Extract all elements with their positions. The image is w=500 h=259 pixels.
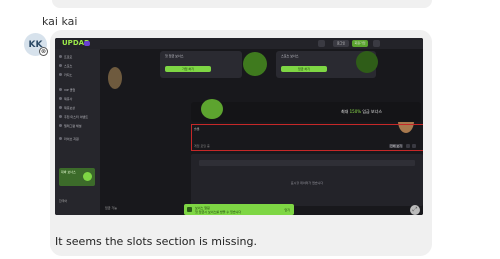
search-icon[interactable]: [318, 40, 325, 47]
promo-card-2-button[interactable]: 입금 하기: [281, 66, 327, 72]
banner-text: 최대 150% 입금 보너스: [341, 109, 383, 114]
slots-next-arrow-icon[interactable]: [412, 144, 416, 148]
chat-icon: [59, 137, 62, 140]
cards-icon: [59, 73, 62, 76]
slots-section-status: 게임 로딩 중: [194, 144, 210, 148]
slots-section-highlight: 슬롯 게임 로딩 중 전체 보기: [191, 124, 423, 151]
promo-card-2-text: 스포츠 보너스: [281, 54, 299, 58]
slots-section-title: 슬롯: [194, 127, 200, 131]
sidebar-item-support[interactable]: 라이브 지원: [59, 135, 95, 142]
previous-message-bubble: [52, 0, 432, 8]
sidebar-item-vip[interactable]: VIP 클럽: [59, 86, 95, 93]
bonus-toast[interactable]: 보너스 알림 첫 입금시 보너스를 받을 수 있습니다 닫기: [184, 204, 294, 215]
sidebar-item-partner[interactable]: 제휴사: [59, 95, 95, 102]
promo-card-1-button[interactable]: 가입 하기: [165, 66, 211, 72]
menu-icon[interactable]: [373, 40, 380, 47]
monster-character-icon: [243, 52, 267, 76]
app-main: 첫 입금 보너스 가입 하기 스포츠 보너스 입금 하기 최대 150% 입금 …: [100, 49, 423, 215]
handshake-icon: [59, 97, 62, 100]
toast-gift-icon: [187, 207, 192, 212]
sidebar-item-referral[interactable]: 추천 마스터 이벤트: [59, 113, 95, 120]
ball-icon: [59, 64, 62, 67]
app-sidebar: 프로모 스포츠 카지노 VIP 클럽 제휴사 제휴보상 추천 마스터 이벤트 텔…: [55, 49, 100, 215]
telegram-icon: [59, 124, 62, 127]
status-badge-icon: ⊗: [39, 47, 48, 56]
footer-label: 입금 가능: [105, 206, 117, 210]
sidebar-item-casino[interactable]: 카지노: [59, 71, 95, 78]
language-selector[interactable]: 한국어: [59, 199, 67, 203]
slots-view-all-button[interactable]: 전체 보기: [389, 144, 403, 148]
empty-state-text: 표시할 데이터가 없습니다: [290, 181, 324, 185]
games-empty-panel: 표시할 데이터가 없습니다: [191, 154, 423, 206]
attached-screenshot[interactable]: UPDAP 로그인 회원가입 프로모 스포츠 카지노 VIP 클럽 제휴사 제휴…: [55, 38, 423, 215]
user-plus-icon: [59, 115, 62, 118]
planet-decoration-left: [108, 67, 122, 89]
sender-name: kai kai: [42, 15, 78, 28]
chat-page: kai kai KK ⊗ UPDAP 로그인 회원가입 프로모 스포츠 카지노 …: [0, 0, 500, 259]
app-topbar: UPDAP 로그인 회원가입: [55, 38, 423, 49]
promo-card-1: 첫 입금 보너스 가입 하기: [160, 51, 242, 78]
crown-icon: [59, 88, 62, 91]
sidebar-promo-label: 대박 보너스: [61, 170, 76, 174]
logo-mark-icon: [84, 41, 90, 46]
sidebar-item-promo[interactable]: 프로모: [59, 53, 95, 60]
expand-image-icon[interactable]: ⤢: [410, 205, 420, 215]
toast-text: 보너스 알림 첫 입금시 보너스를 받을 수 있습니다: [195, 206, 242, 214]
monster-banner-icon: [201, 99, 223, 119]
login-button[interactable]: 로그인: [333, 40, 349, 47]
gift-icon: [59, 55, 62, 58]
monster-icon: [83, 172, 92, 181]
register-button[interactable]: 회원가입: [352, 40, 368, 47]
promo-card-1-text: 첫 입금 보너스: [165, 54, 184, 58]
games-filter-bar[interactable]: [199, 160, 415, 166]
deposit-bonus-banner[interactable]: 최대 150% 입금 보너스: [191, 99, 421, 122]
sidebar-item-rewards[interactable]: 제휴보상: [59, 104, 95, 111]
monster-character-2-icon: [356, 51, 378, 73]
slots-prev-arrow-icon[interactable]: [406, 144, 410, 148]
sidebar-promo-card[interactable]: 대박 보너스: [59, 168, 95, 186]
toast-close-button[interactable]: 닫기: [284, 208, 290, 212]
reward-icon: [59, 106, 62, 109]
sidebar-item-telegram[interactable]: 텔레그램 채널: [59, 122, 95, 129]
message-text: It seems the slots section is missing.: [55, 235, 258, 248]
sidebar-item-sports[interactable]: 스포츠: [59, 62, 95, 69]
